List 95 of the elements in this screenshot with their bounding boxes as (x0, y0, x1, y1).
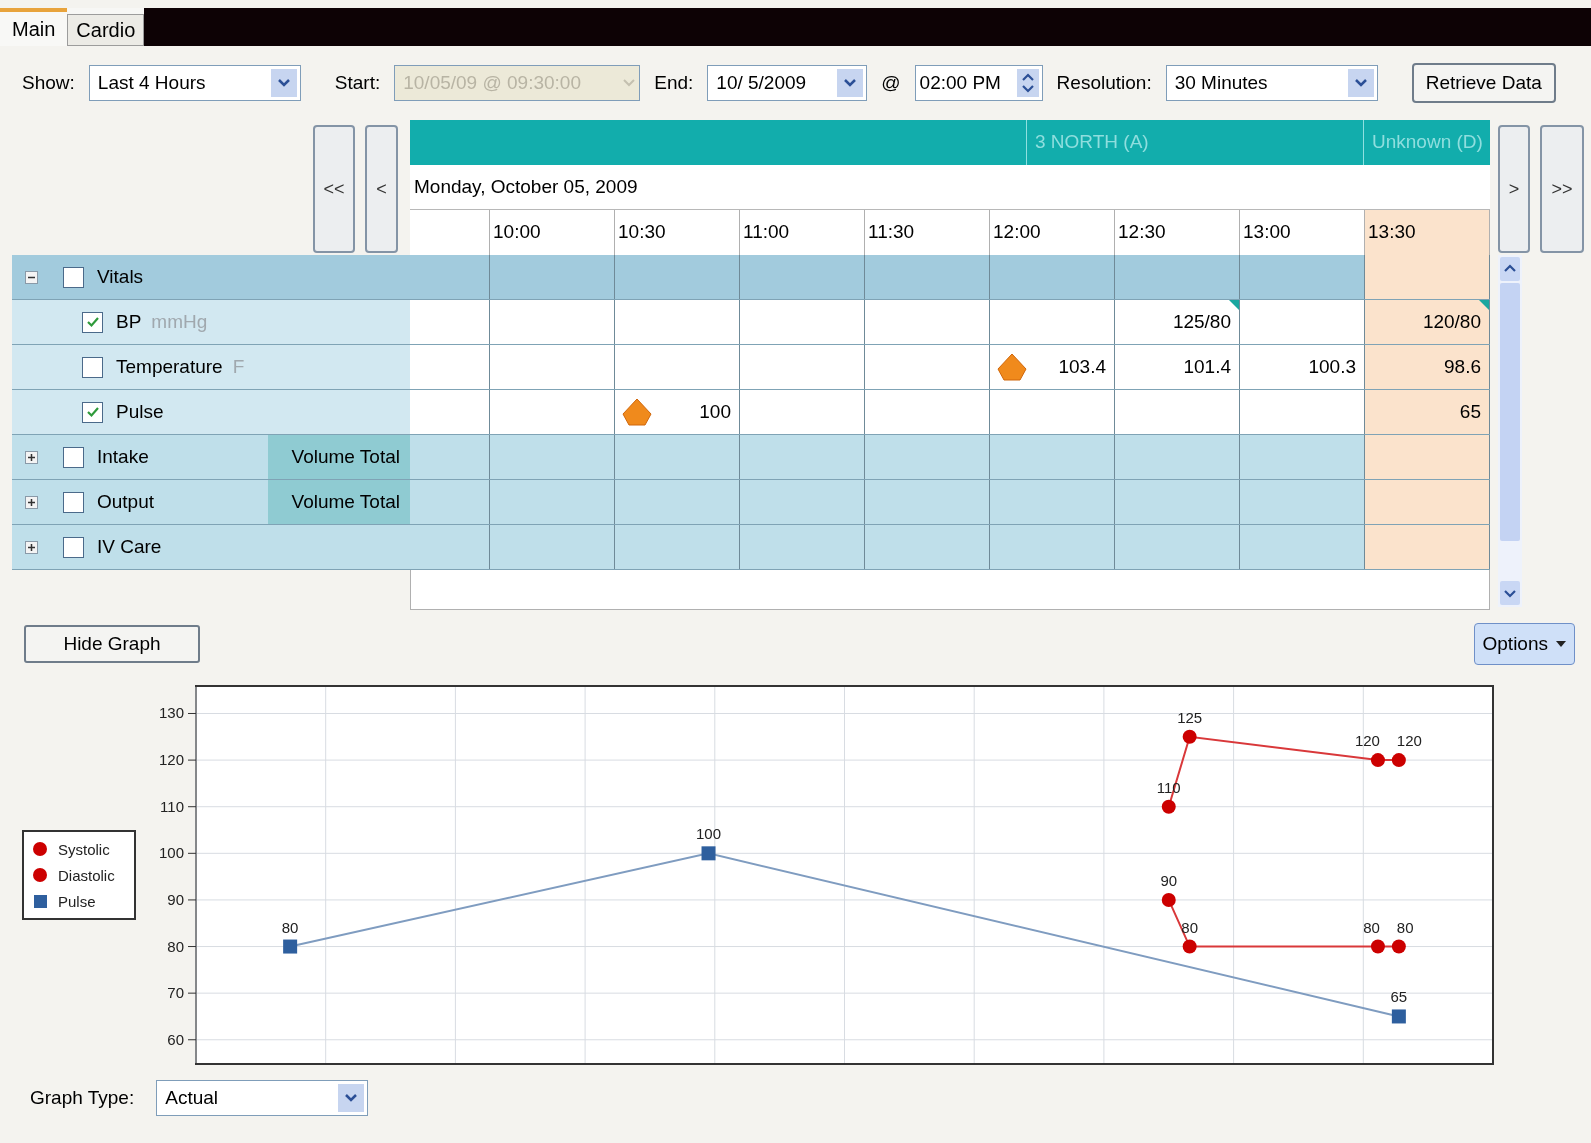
data-label: 80 (1363, 918, 1380, 936)
show-label: Show: (22, 70, 75, 95)
data-point (1391, 753, 1406, 768)
resolution-label: Resolution: (1056, 70, 1152, 95)
row-label: Output (97, 489, 155, 514)
expand-icon[interactable] (25, 450, 38, 464)
axis-tick-label: 90 (167, 890, 184, 908)
data-label: 100 (696, 825, 722, 843)
cell-value: 125/80 (1172, 309, 1231, 334)
unit-header: 3 NORTH (A) (1026, 120, 1363, 165)
axis-tick-label: 100 (158, 844, 184, 862)
data-point (1370, 753, 1385, 768)
collapse-icon[interactable] (25, 270, 38, 284)
show-dropdown[interactable]: Last 4 Hours (88, 65, 301, 101)
expand-icon[interactable] (25, 540, 38, 554)
data-point (1391, 939, 1406, 954)
end-date-dropdown[interactable]: 10/ 5/2009 (707, 65, 868, 101)
nav-button[interactable]: >> (1540, 125, 1584, 253)
nav-button[interactable]: << (313, 125, 355, 253)
data-label: 80 (281, 918, 299, 936)
checkmark-icon (85, 406, 100, 418)
checkbox[interactable] (82, 401, 103, 423)
corner-flag-icon (1229, 300, 1239, 310)
unit-header: Unknown (D) (1363, 120, 1490, 165)
time-spinner[interactable]: 02:00 PM (914, 65, 1043, 101)
spinner-arrows-icon[interactable] (1016, 69, 1039, 97)
nav-button[interactable]: > (1498, 125, 1530, 253)
cell-value: 101.4 (1183, 354, 1231, 379)
checkbox[interactable] (63, 266, 84, 288)
axis-tick-label: 120 (158, 751, 184, 769)
cell-value: 120/80 (1422, 309, 1481, 334)
data-point (1182, 939, 1197, 954)
legend-label: Systolic (58, 841, 110, 858)
at-label: @ (881, 70, 901, 95)
data-label: 80 (1396, 918, 1414, 936)
graph-type-dropdown[interactable]: Actual (156, 1080, 369, 1116)
cell-value: 65 (1459, 399, 1481, 424)
checkbox[interactable] (63, 536, 84, 558)
chevron-down-icon (622, 78, 637, 88)
axis-tick-label: 110 (160, 797, 184, 815)
cell-value: 98.6 (1444, 354, 1481, 379)
up-arrow-icon (621, 397, 653, 427)
hide-graph-button[interactable]: Hide Graph (24, 625, 200, 663)
data-point (1161, 799, 1176, 814)
graph-type-label: Graph Type: (30, 1085, 135, 1110)
nav-button[interactable]: < (365, 125, 398, 253)
legend-label: Diastolic (58, 867, 115, 884)
data-label: 125 (1177, 708, 1203, 726)
checkbox[interactable] (82, 356, 103, 378)
data-point (1370, 939, 1385, 954)
checkbox[interactable] (82, 311, 103, 333)
scroll-thumb[interactable] (1500, 283, 1520, 541)
row-label: Intake (97, 444, 149, 469)
checkbox[interactable] (63, 491, 84, 513)
corner-flag-icon (1479, 300, 1489, 310)
options-button[interactable]: Options (1473, 623, 1575, 665)
scroll-up-icon[interactable] (1500, 257, 1520, 281)
checkmark-icon (85, 316, 100, 328)
data-label: 120 (1354, 732, 1380, 750)
data-point (1182, 729, 1197, 744)
axis-tick-label: 70 (167, 984, 184, 1002)
cell-value: 100 (699, 399, 731, 424)
resolution-dropdown[interactable]: 30 Minutes (1165, 65, 1378, 101)
retrieve-data-button[interactable]: Retrieve Data (1411, 63, 1556, 103)
summary-label: Volume Total (268, 480, 410, 524)
unit-label: mmHg (151, 309, 208, 334)
cell-value: 100.3 (1308, 354, 1356, 379)
data-label: 90 (1160, 871, 1178, 889)
tab[interactable]: Cardio (67, 14, 145, 46)
row-label: BP (116, 309, 142, 334)
time-column-header: 13:30 (1365, 210, 1490, 255)
expand-icon[interactable] (25, 495, 38, 509)
axis-tick-label: 130 (158, 704, 184, 722)
data-point (1161, 892, 1176, 907)
row-label: Pulse (116, 399, 164, 424)
cell-value: 103.4 (1058, 354, 1106, 379)
data-label: 120 (1396, 732, 1422, 750)
axis-tick-label: 80 (167, 937, 184, 955)
scrollbar[interactable] (1498, 255, 1522, 607)
legend-label: Pulse (58, 893, 96, 910)
caret-icon (1556, 641, 1566, 647)
end-label: End: (654, 70, 694, 95)
up-arrow-icon (996, 352, 1028, 382)
axis-tick-label: 60 (167, 1030, 184, 1048)
data-label: 80 (1181, 918, 1198, 936)
row-label: Vitals (97, 264, 144, 289)
unit-label: F (232, 354, 245, 379)
checkbox[interactable] (63, 446, 84, 468)
date-label: Monday, October 05, 2009 (414, 174, 638, 199)
data-label: 65 (1390, 988, 1408, 1006)
start-label: Start: (334, 70, 381, 95)
summary-label: Volume Total (268, 435, 410, 479)
row-label: IV Care (97, 534, 162, 559)
scroll-down-icon[interactable] (1500, 581, 1520, 605)
row-label: Temperature (116, 354, 223, 379)
